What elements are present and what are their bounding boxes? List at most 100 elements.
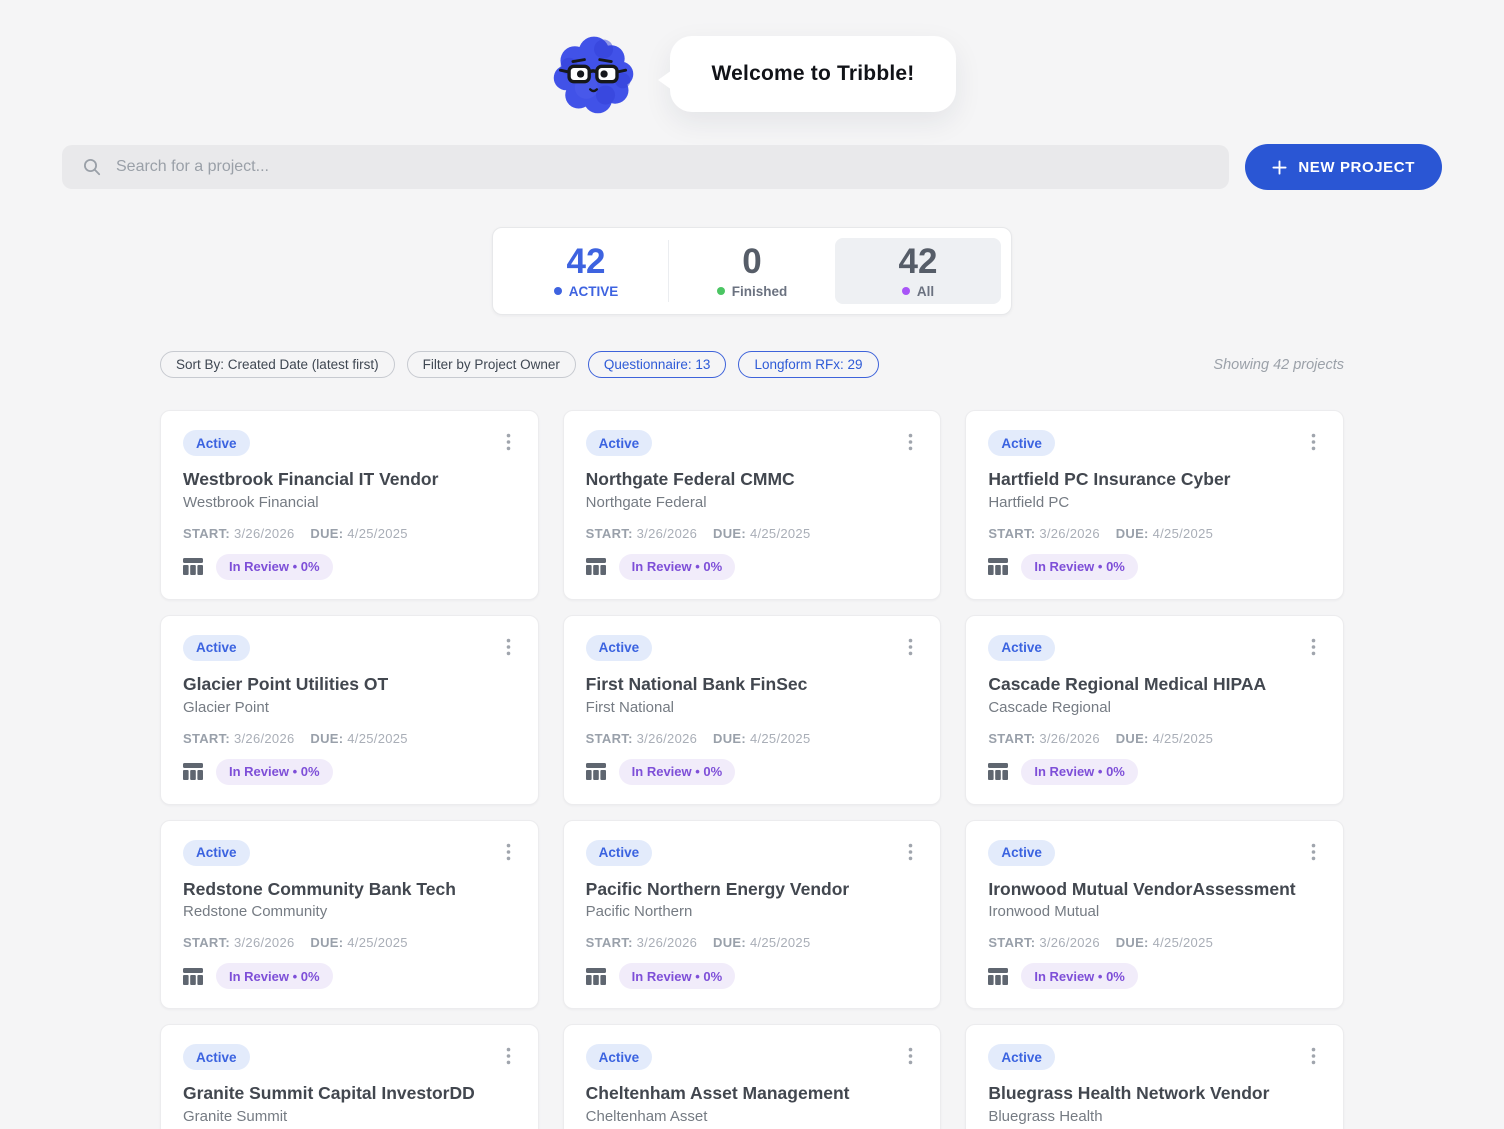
kebab-menu-icon[interactable]	[501, 635, 516, 664]
project-card[interactable]: Active Northgate Federal CMMC Northgate …	[562, 410, 942, 600]
start-label: START:	[988, 525, 1036, 541]
search-row: NEW PROJECT	[62, 144, 1442, 190]
due-date: 4/25/2025	[749, 730, 811, 746]
review-status-badge: In Review • 0%	[216, 758, 333, 785]
kebab-menu-icon[interactable]	[501, 1044, 516, 1073]
project-card[interactable]: Active Cascade Regional Medical HIPAA Ca…	[965, 614, 1344, 805]
project-subtitle: Bluegrass Health	[988, 1108, 1103, 1125]
due-label: DUE:	[713, 525, 747, 541]
kebab-menu-icon[interactable]	[1306, 840, 1321, 869]
project-card[interactable]: Active First National Bank FinSec First …	[562, 614, 942, 805]
project-grid: Active Westbrook Financial IT Vendor Wes…	[160, 410, 1344, 1129]
project-card[interactable]: Active Westbrook Financial IT Vendor Wes…	[160, 410, 539, 600]
status-badge: Active	[585, 430, 653, 456]
start-date: 3/26/2026	[233, 525, 295, 541]
due-label: DUE:	[713, 935, 747, 951]
project-subtitle: Northgate Federal	[585, 493, 707, 511]
stat-finished[interactable]: 0 Finished	[668, 238, 835, 304]
review-status-badge: In Review • 0%	[618, 758, 736, 785]
search-input[interactable]	[62, 145, 1230, 189]
due-label: DUE:	[310, 730, 344, 746]
review-status-badge: In Review • 0%	[1021, 963, 1138, 990]
project-card[interactable]: Active Granite Summit Capital InvestorDD…	[160, 1024, 539, 1129]
project-card[interactable]: Active Pacific Northern Energy Vendor Pa…	[562, 819, 942, 1010]
project-subtitle: Glacier Point	[183, 698, 269, 716]
new-project-button[interactable]: NEW PROJECT	[1245, 144, 1442, 190]
project-dates: START: 3/26/2026 DUE: 4/25/2025	[586, 731, 919, 746]
due-label: DUE:	[1115, 525, 1149, 541]
welcome-text: Welcome to Tribble!	[711, 62, 915, 85]
start-label: START:	[585, 525, 633, 541]
all-dot-icon	[901, 287, 910, 295]
project-subtitle: Ironwood Mutual	[988, 903, 1100, 921]
review-status-badge: In Review • 0%	[618, 553, 736, 580]
project-dates: START: 3/26/2026 DUE: 4/25/2025	[183, 731, 516, 746]
project-title: Redstone Community Bank Tech	[183, 878, 456, 899]
project-subtitle: Redstone Community	[183, 903, 328, 921]
project-title: Bluegrass Health Network Vendor	[988, 1083, 1270, 1104]
start-date: 3/26/2026	[233, 730, 295, 746]
all-count: 42	[898, 241, 938, 281]
status-badge: Active	[988, 430, 1055, 456]
due-date: 4/25/2025	[749, 935, 811, 951]
filter-owner-chip[interactable]: Filter by Project Owner	[406, 351, 576, 378]
project-title: Ironwood Mutual VendorAssessment	[988, 878, 1296, 899]
table-icon	[585, 763, 606, 780]
project-subtitle: Pacific Northern	[585, 903, 693, 921]
due-date: 4/25/2025	[347, 730, 408, 746]
due-date: 4/25/2025	[1152, 730, 1214, 746]
due-label: DUE:	[1115, 935, 1149, 951]
start-date: 3/26/2026	[636, 730, 698, 746]
kebab-menu-icon[interactable]	[903, 840, 918, 869]
project-dates: START: 3/26/2026 DUE: 4/25/2025	[988, 935, 1321, 950]
due-date: 4/25/2025	[749, 525, 811, 541]
sort-by-chip[interactable]: Sort By: Created Date (latest first)	[160, 351, 395, 378]
project-card[interactable]: Active Ironwood Mutual VendorAssessment …	[965, 819, 1344, 1010]
start-date: 3/26/2026	[636, 935, 698, 951]
project-subtitle: Cascade Regional	[988, 698, 1111, 716]
due-date: 4/25/2025	[347, 935, 408, 951]
status-badge: Active	[183, 430, 250, 456]
tribble-mascot-icon	[553, 36, 633, 114]
stat-all[interactable]: 42 All	[835, 238, 1001, 304]
start-date: 3/26/2026	[1039, 935, 1100, 951]
status-badge: Active	[585, 839, 653, 866]
table-icon	[183, 558, 203, 576]
project-stats-card: 42 ACTIVE 0 Finished 42 All	[492, 227, 1012, 315]
questionnaire-chip[interactable]: Questionnaire: 13	[587, 351, 727, 378]
kebab-menu-icon[interactable]	[903, 635, 918, 664]
showing-projects-text: Showing 42 projects	[1213, 356, 1344, 373]
finished-dot-icon	[716, 287, 725, 295]
table-icon	[988, 763, 1009, 780]
kebab-menu-icon[interactable]	[903, 1044, 918, 1073]
project-card[interactable]: Active Bluegrass Health Network Vendor B…	[965, 1024, 1344, 1129]
table-icon	[585, 967, 606, 985]
kebab-menu-icon[interactable]	[1306, 430, 1321, 459]
kebab-menu-icon[interactable]	[1306, 1044, 1321, 1073]
project-title: Pacific Northern Energy Vendor	[585, 878, 850, 899]
kebab-menu-icon[interactable]	[501, 430, 516, 459]
status-badge: Active	[183, 839, 250, 866]
due-date: 4/25/2025	[1152, 525, 1214, 541]
kebab-menu-icon[interactable]	[1306, 635, 1321, 664]
project-title: Glacier Point Utilities OT	[183, 673, 389, 694]
project-card[interactable]: Active Hartfield PC Insurance Cyber Hart…	[965, 410, 1344, 600]
review-status-badge: In Review • 0%	[618, 963, 736, 990]
project-subtitle: Westbrook Financial	[183, 493, 319, 511]
plus-icon	[1272, 159, 1287, 175]
start-label: START:	[585, 935, 633, 951]
due-date: 4/25/2025	[1152, 935, 1214, 951]
finished-count: 0	[742, 241, 762, 281]
welcome-bubble: Welcome to Tribble!	[657, 36, 957, 112]
project-card[interactable]: Active Cheltenham Asset Management Chelt…	[562, 1024, 942, 1129]
longform-rfx-chip[interactable]: Longform RFx: 29	[738, 351, 879, 378]
start-date: 3/26/2026	[233, 935, 295, 951]
table-icon	[183, 763, 203, 780]
kebab-menu-icon[interactable]	[903, 430, 918, 459]
project-card[interactable]: Active Redstone Community Bank Tech Reds…	[160, 819, 539, 1010]
kebab-menu-icon[interactable]	[501, 840, 516, 869]
project-title: First National Bank FinSec	[585, 673, 808, 694]
stat-active[interactable]: 42 ACTIVE	[503, 238, 669, 304]
project-card[interactable]: Active Glacier Point Utilities OT Glacie…	[160, 614, 539, 805]
active-label: ACTIVE	[568, 283, 619, 299]
